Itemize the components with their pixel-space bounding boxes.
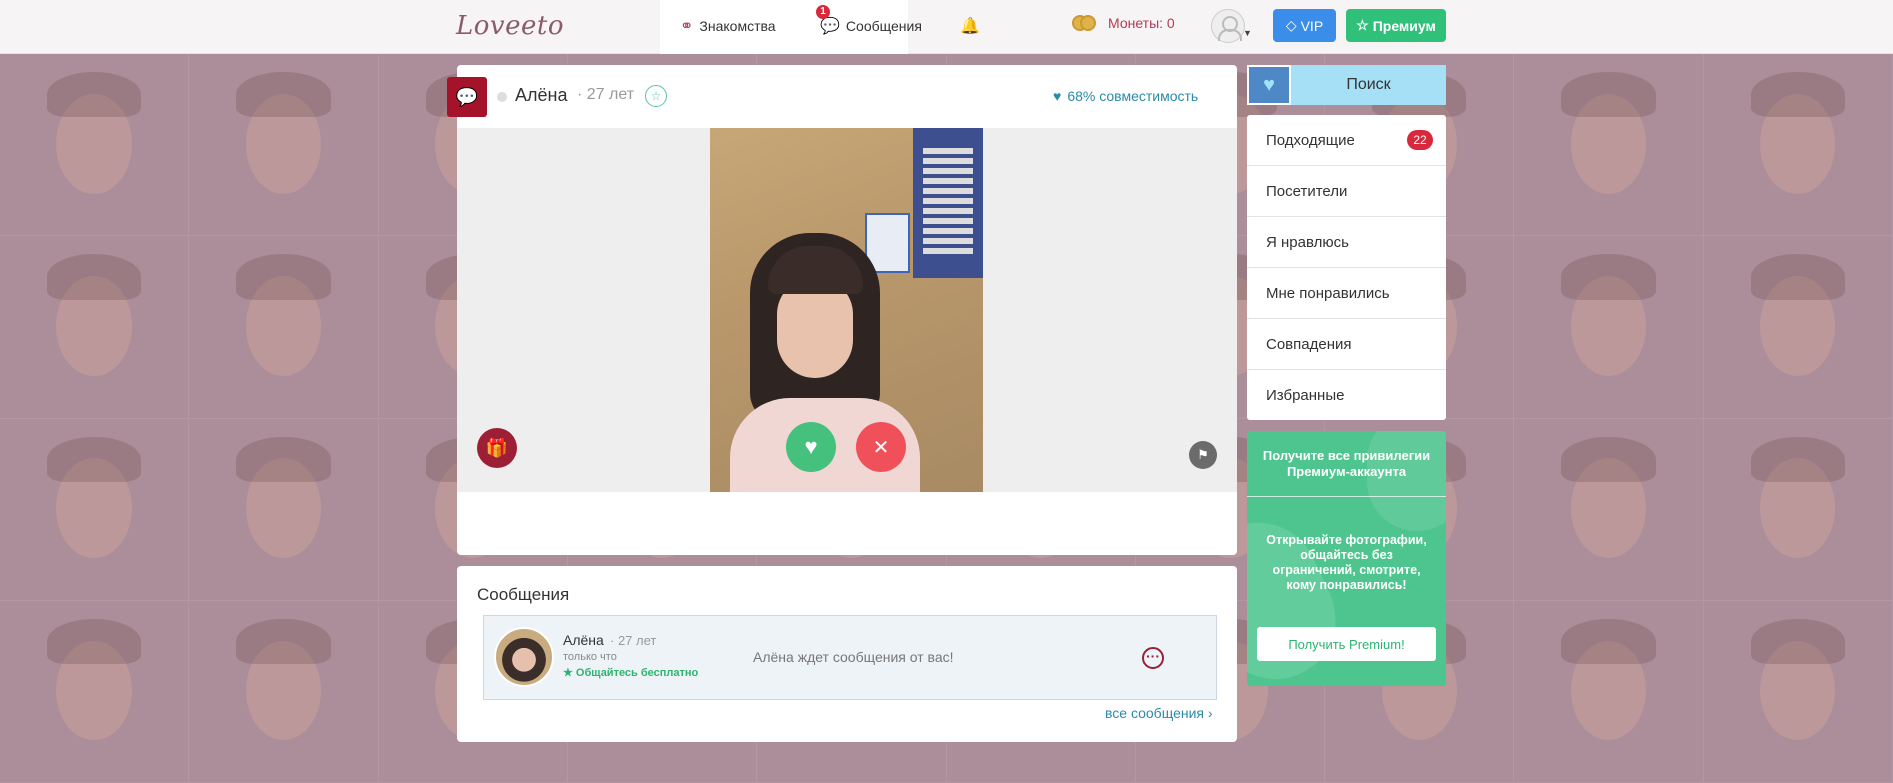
profile-age: · 27 лет (577, 86, 635, 103)
sidebar-item-label: Посетители (1266, 182, 1348, 200)
coins-icon (1072, 14, 1100, 32)
matching-badge: 22 (1407, 130, 1433, 150)
message-text: Алёна ждет сообщения от вас! (753, 649, 954, 665)
sidebar-item-label: Мне понравились (1266, 284, 1390, 302)
report-button[interactable]: ⚑ (1189, 441, 1217, 469)
gift-icon: 🎁 (485, 437, 509, 458)
logo[interactable]: Loveeto (456, 11, 564, 41)
favorite-star-icon[interactable]: ☆ (645, 85, 667, 107)
profile-photo[interactable] (710, 128, 983, 492)
messages-badge: 1 (816, 5, 830, 19)
avatar-icon[interactable] (1211, 9, 1245, 43)
message-avatar[interactable] (494, 627, 554, 687)
top-header: Loveeto ⚭ Знакомства 💬 Сообщения 1 🔔 Мон… (0, 0, 1893, 54)
logo-part-a: Love (456, 11, 521, 41)
sidebar-item-label: Совпадения (1266, 335, 1352, 353)
messages-title: Сообщения (477, 585, 570, 604)
compatibility-label: 68% совместимость (1067, 88, 1199, 104)
close-icon: ✕ (872, 436, 890, 459)
get-premium-button[interactable]: Получить Premium! (1257, 627, 1436, 661)
all-messages-link[interactable]: все сообщения › (1105, 705, 1213, 721)
coins[interactable]: Монеты: 0 (1072, 14, 1175, 32)
message-name[interactable]: Алёна (563, 632, 604, 648)
gift-button[interactable]: 🎁 (477, 428, 517, 468)
sidebar-item-i-liked[interactable]: Мне понравились (1247, 268, 1446, 319)
heart-icon: ♥ (1053, 88, 1062, 104)
dislike-button[interactable]: ✕ (856, 422, 906, 472)
chevron-down-icon[interactable]: ▼ (1243, 28, 1252, 38)
coins-label: Монеты: 0 (1108, 15, 1175, 31)
profile-name[interactable]: Алёна (515, 85, 567, 106)
more-icon[interactable]: ··· (1142, 647, 1164, 669)
message-age: · 27 лет (610, 633, 657, 648)
promo-headline: Получите все привилегии Премиум-аккаунта (1262, 448, 1431, 479)
nav-dating-label: Знакомства (699, 18, 776, 34)
compatibility[interactable]: ♥ 68% совместимость (1053, 88, 1198, 104)
notifications-button[interactable]: 🔔 (960, 14, 980, 38)
nav-messages[interactable]: 💬 Сообщения (820, 14, 922, 38)
messages-icon: 💬 (820, 18, 840, 35)
premium-button[interactable]: ☆ Премиум (1346, 9, 1446, 42)
message-free-label: ★ Общайтесь бесплатно (563, 666, 698, 679)
chevron-right-icon: › (1207, 705, 1213, 721)
nav-dating[interactable]: ⚭ Знакомства (680, 14, 776, 38)
sidebar-menu: Подходящие 22 Посетители Я нравлюсь Мне … (1247, 115, 1446, 420)
sidebar-item-matches[interactable]: Совпадения (1247, 319, 1446, 370)
message-time: только что (563, 651, 617, 663)
heart-icon: ♥ (804, 434, 818, 459)
search-box: ♥ Поиск (1247, 65, 1446, 105)
sidebar-item-label: Подходящие (1266, 131, 1355, 149)
diamond-icon: ◇ (1285, 17, 1297, 33)
sidebar-item-favorites[interactable]: Избранные (1247, 370, 1446, 421)
promo-body: Открывайте фотографии, общайтесь без огр… (1266, 533, 1427, 592)
like-button[interactable]: ♥ (786, 422, 836, 472)
premium-label: Премиум (1372, 17, 1436, 34)
star-icon: ★ (563, 667, 576, 679)
search-button[interactable]: Поиск (1291, 65, 1446, 105)
sidebar-item-like-me[interactable]: Я нравлюсь (1247, 217, 1446, 268)
sidebar-item-matching[interactable]: Подходящие 22 (1247, 115, 1446, 166)
chat-icon[interactable]: 💬 (447, 77, 487, 117)
promo-divider (1247, 496, 1446, 497)
message-free-text: Общайтесь бесплатно (575, 667, 699, 679)
heart-icon[interactable]: ♥ (1247, 65, 1291, 105)
sidebar-item-label: Я нравлюсь (1266, 233, 1349, 251)
sidebar-item-label: Избранные (1266, 387, 1345, 404)
vip-label: VIP (1300, 17, 1324, 34)
flag-icon: ⚑ (1197, 447, 1209, 462)
dating-icon: ⚭ (680, 18, 694, 35)
all-messages-label: все сообщения (1105, 705, 1204, 721)
sidebar-item-visitors[interactable]: Посетители (1247, 166, 1446, 217)
nav-messages-label: Сообщения (845, 18, 922, 34)
vip-button[interactable]: ◇ VIP (1273, 9, 1336, 42)
online-status-dot (497, 92, 507, 102)
star-icon: ☆ (1356, 17, 1369, 33)
bell-icon: 🔔 (960, 18, 980, 35)
logo-part-b: eto (521, 11, 564, 41)
